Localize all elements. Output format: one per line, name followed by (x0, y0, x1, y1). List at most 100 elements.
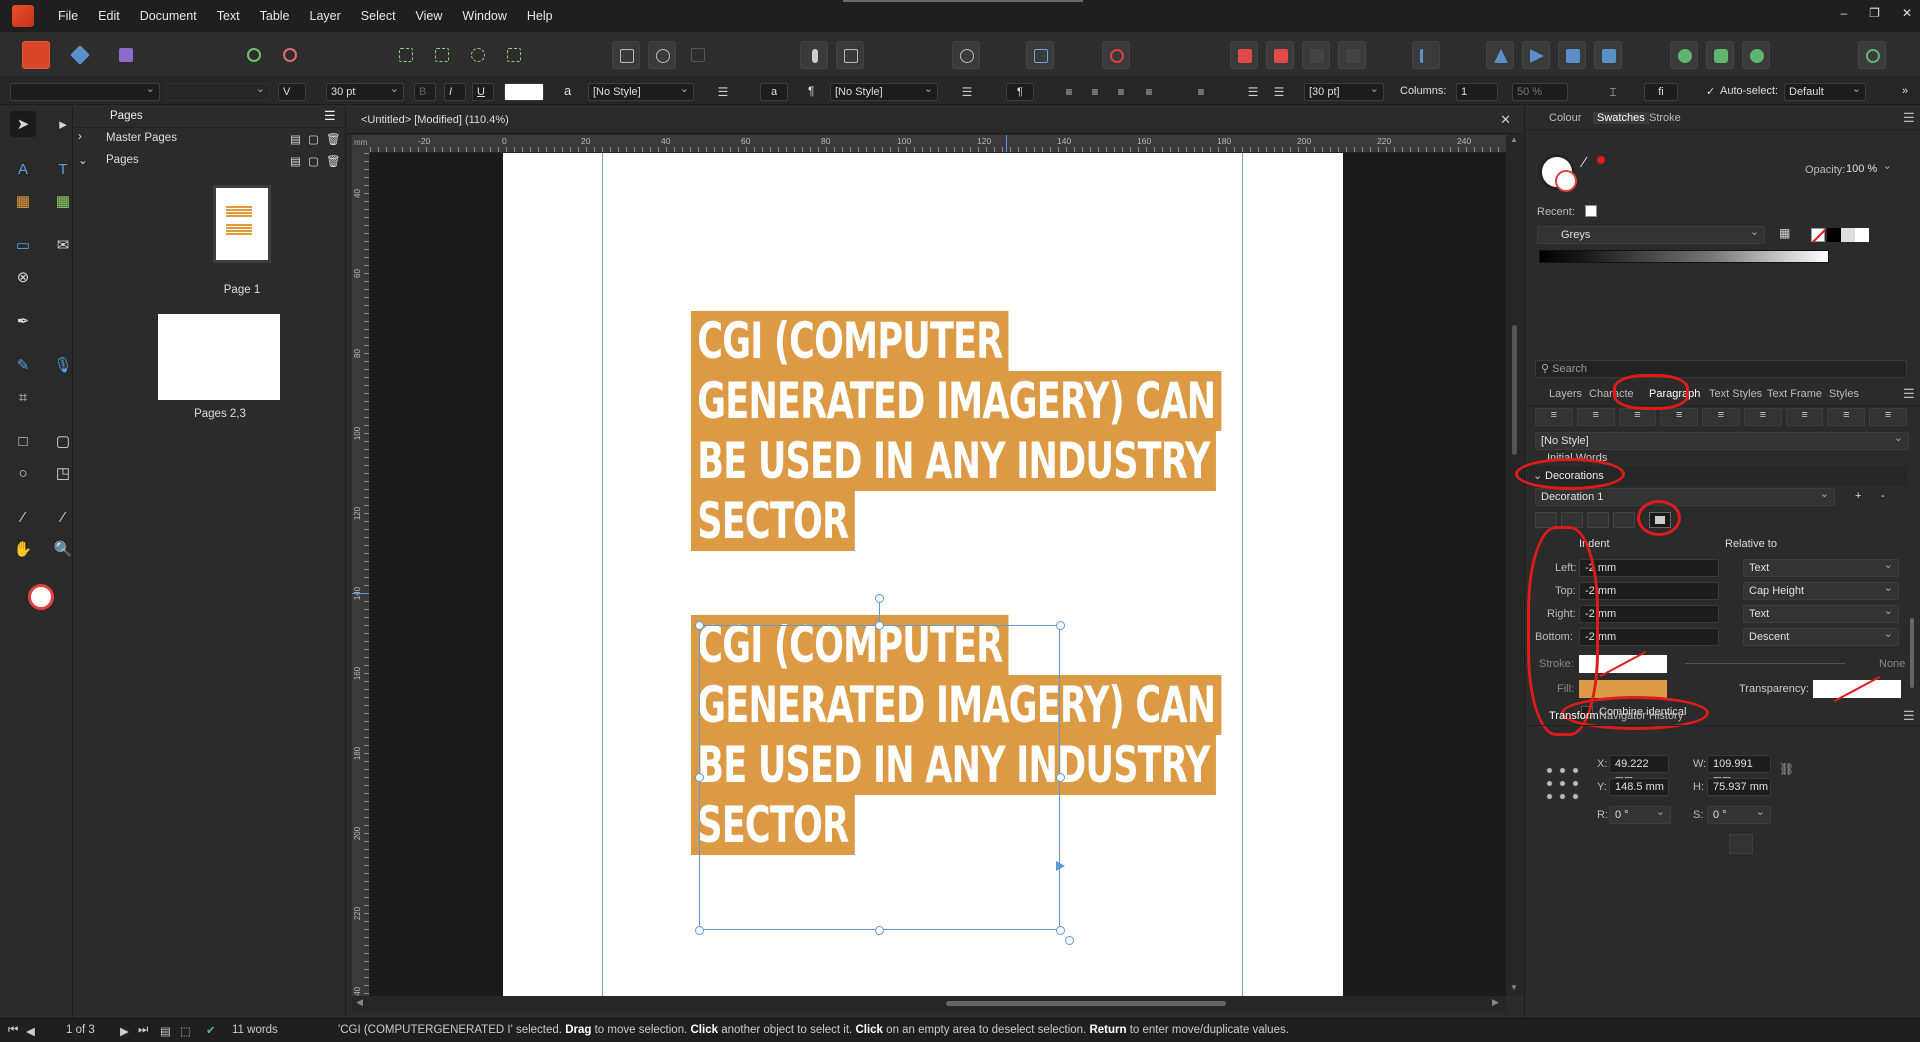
hand-tool-icon[interactable]: ✋ (10, 536, 36, 562)
selection-handle[interactable] (1056, 926, 1065, 935)
text-wrap-icon[interactable] (952, 41, 980, 69)
text-color-swatch[interactable] (504, 83, 544, 101)
boolean-add-icon[interactable] (1670, 41, 1698, 69)
minimize-button[interactable]: – (1840, 6, 1847, 20)
align-towards-spine-button[interactable]: ≡ (1827, 408, 1866, 426)
app-logo-icon[interactable] (12, 5, 34, 27)
arrange-back-icon[interactable] (1230, 41, 1258, 69)
pen-tool-icon[interactable]: ✒ (10, 308, 36, 334)
ellipse-frame-icon[interactable]: ⊗ (10, 264, 36, 290)
duplicate-master-icon[interactable]: ▢ (308, 132, 319, 146)
color-swatch-icon[interactable] (24, 580, 58, 614)
vertical-scrollbar[interactable]: ▲ ▼ (1506, 135, 1523, 996)
boolean-subtract-icon[interactable] (1706, 41, 1734, 69)
h-input[interactable]: 75.937 mm (1707, 778, 1771, 796)
clear-para-style-icon[interactable]: ☰ (958, 83, 976, 101)
recent-swatch[interactable] (1585, 205, 1597, 217)
insert-image-icon[interactable] (836, 41, 864, 69)
flip-vertical-icon[interactable] (1522, 41, 1550, 69)
menu-help[interactable]: Help (517, 9, 563, 23)
ligatures-button[interactable]: fi (1644, 83, 1678, 101)
panel-menu-icon[interactable]: ☰ (324, 108, 336, 124)
decoration-bottom-button[interactable] (1613, 512, 1635, 528)
bleed-icon[interactable] (684, 41, 712, 69)
bold-button[interactable]: B (414, 83, 436, 101)
align-left-button[interactable]: ≡ (1535, 408, 1573, 426)
pin-icon[interactable] (800, 41, 828, 69)
pencil-tool-icon[interactable]: ✎ (10, 352, 36, 378)
lock-ratio-icon[interactable]: ⛓ (1779, 762, 1794, 776)
rotate-left-icon[interactable] (1558, 41, 1586, 69)
menu-edit[interactable]: Edit (88, 9, 130, 23)
frame-text-icon[interactable]: T (50, 156, 76, 182)
spread-icon[interactable]: ⬚ (180, 1024, 191, 1038)
justify-left-button[interactable]: ≡ (1660, 408, 1699, 426)
rotation-handle[interactable] (875, 594, 884, 603)
panel-menu-icon[interactable]: ☰ (1903, 110, 1915, 126)
align-away-spine-button[interactable]: ≡ (1869, 408, 1908, 426)
chevron-right-icon[interactable]: › (78, 131, 82, 143)
justify-all-button[interactable]: ≡ (1785, 408, 1824, 426)
font-style-dropdown[interactable] (166, 81, 270, 101)
last-page-icon[interactable]: ⏭ (138, 1024, 148, 1037)
char-a-button[interactable]: a (760, 83, 788, 101)
frame-icon[interactable] (428, 41, 456, 69)
transparency-swatch[interactable] (1813, 675, 1901, 703)
boolean-intersect-icon[interactable] (1742, 41, 1770, 69)
preflight-ok-icon[interactable]: ✔ (206, 1023, 216, 1037)
tab-history[interactable]: History (1649, 710, 1683, 722)
view-mode-icon[interactable] (612, 41, 640, 69)
artistic-text-icon[interactable]: A (10, 156, 36, 182)
light-swatch[interactable] (1841, 228, 1855, 242)
zoom-tool-icon[interactable]: 🔍 (50, 536, 76, 562)
panel-menu-icon[interactable]: ☰ (1903, 386, 1915, 402)
pages-2-3-thumbnail[interactable] (158, 314, 280, 400)
panel-menu-icon[interactable]: ☰ (1903, 708, 1915, 724)
justify-right-button[interactable]: ≡ (1743, 408, 1782, 426)
add-page-icon[interactable]: ▤ (290, 154, 301, 168)
justify-center-button[interactable]: ≡ (1702, 408, 1740, 426)
check-icon[interactable]: ✓ (1706, 85, 1715, 98)
more-icon[interactable]: » (1902, 85, 1908, 97)
gutter-input[interactable]: 50 % (1512, 83, 1568, 101)
transform-options-button[interactable] (1729, 834, 1753, 854)
autoselect-dropdown[interactable]: Default (1784, 81, 1866, 101)
selection-handle[interactable] (875, 926, 884, 935)
selection-handle[interactable] (1056, 773, 1065, 782)
chevron-down-icon[interactable]: ⌄ (78, 153, 88, 167)
greys-swatch-grid[interactable] (1539, 250, 1829, 263)
shear-input[interactable]: 0 ° (1707, 804, 1771, 824)
account-icon[interactable] (1858, 41, 1886, 69)
top-relative-select[interactable]: Cap Height (1743, 580, 1899, 600)
flip-horizontal-icon[interactable] (1486, 41, 1514, 69)
bullets-icon[interactable]: ☰ (1244, 83, 1262, 101)
document-setup-icon[interactable] (240, 41, 268, 69)
arrange-top-icon[interactable] (1338, 41, 1366, 69)
tab-layers[interactable]: Layers (1549, 388, 1582, 400)
italic-button[interactable]: I (444, 83, 466, 101)
right-relative-select[interactable]: Text (1743, 603, 1899, 623)
page-1[interactable]: CGI (COMPUTER GENERATED IMAGERY) CAN BE … (503, 153, 1343, 996)
menu-select[interactable]: Select (351, 9, 406, 23)
search-input[interactable]: ⚲ Search (1535, 360, 1907, 378)
rectangle-tool-icon[interactable]: □ (10, 428, 36, 454)
arrange-front-icon[interactable] (1302, 41, 1330, 69)
align-icon[interactable] (1412, 41, 1440, 69)
shape-tool-icon[interactable]: ◳ (50, 460, 76, 486)
prev-page-icon[interactable]: ◀ (26, 1024, 35, 1038)
kerning-icon[interactable]: V (278, 83, 306, 101)
move-tool-icon[interactable]: ➤ (10, 111, 36, 137)
tab-styles[interactable]: Styles (1829, 388, 1859, 400)
y-input[interactable]: 148.5 mm (1609, 778, 1669, 796)
link-icon[interactable] (1102, 41, 1130, 69)
arrange-forward-icon[interactable] (1266, 41, 1294, 69)
bottom-indent-input[interactable]: -2 mm (1579, 628, 1719, 646)
add-master-icon[interactable]: ▤ (290, 132, 301, 146)
character-style-dropdown[interactable]: [No Style] (588, 81, 694, 101)
decoration-right-button[interactable] (1587, 512, 1609, 528)
close-document-icon[interactable]: ✕ (1500, 112, 1511, 128)
node-tool-icon[interactable]: ▸ (50, 111, 76, 137)
leading-dropdown[interactable]: [30 pt] (1304, 81, 1384, 101)
selection-bounding-box[interactable] (699, 625, 1060, 930)
columns-input[interactable]: 1 (1456, 83, 1498, 101)
